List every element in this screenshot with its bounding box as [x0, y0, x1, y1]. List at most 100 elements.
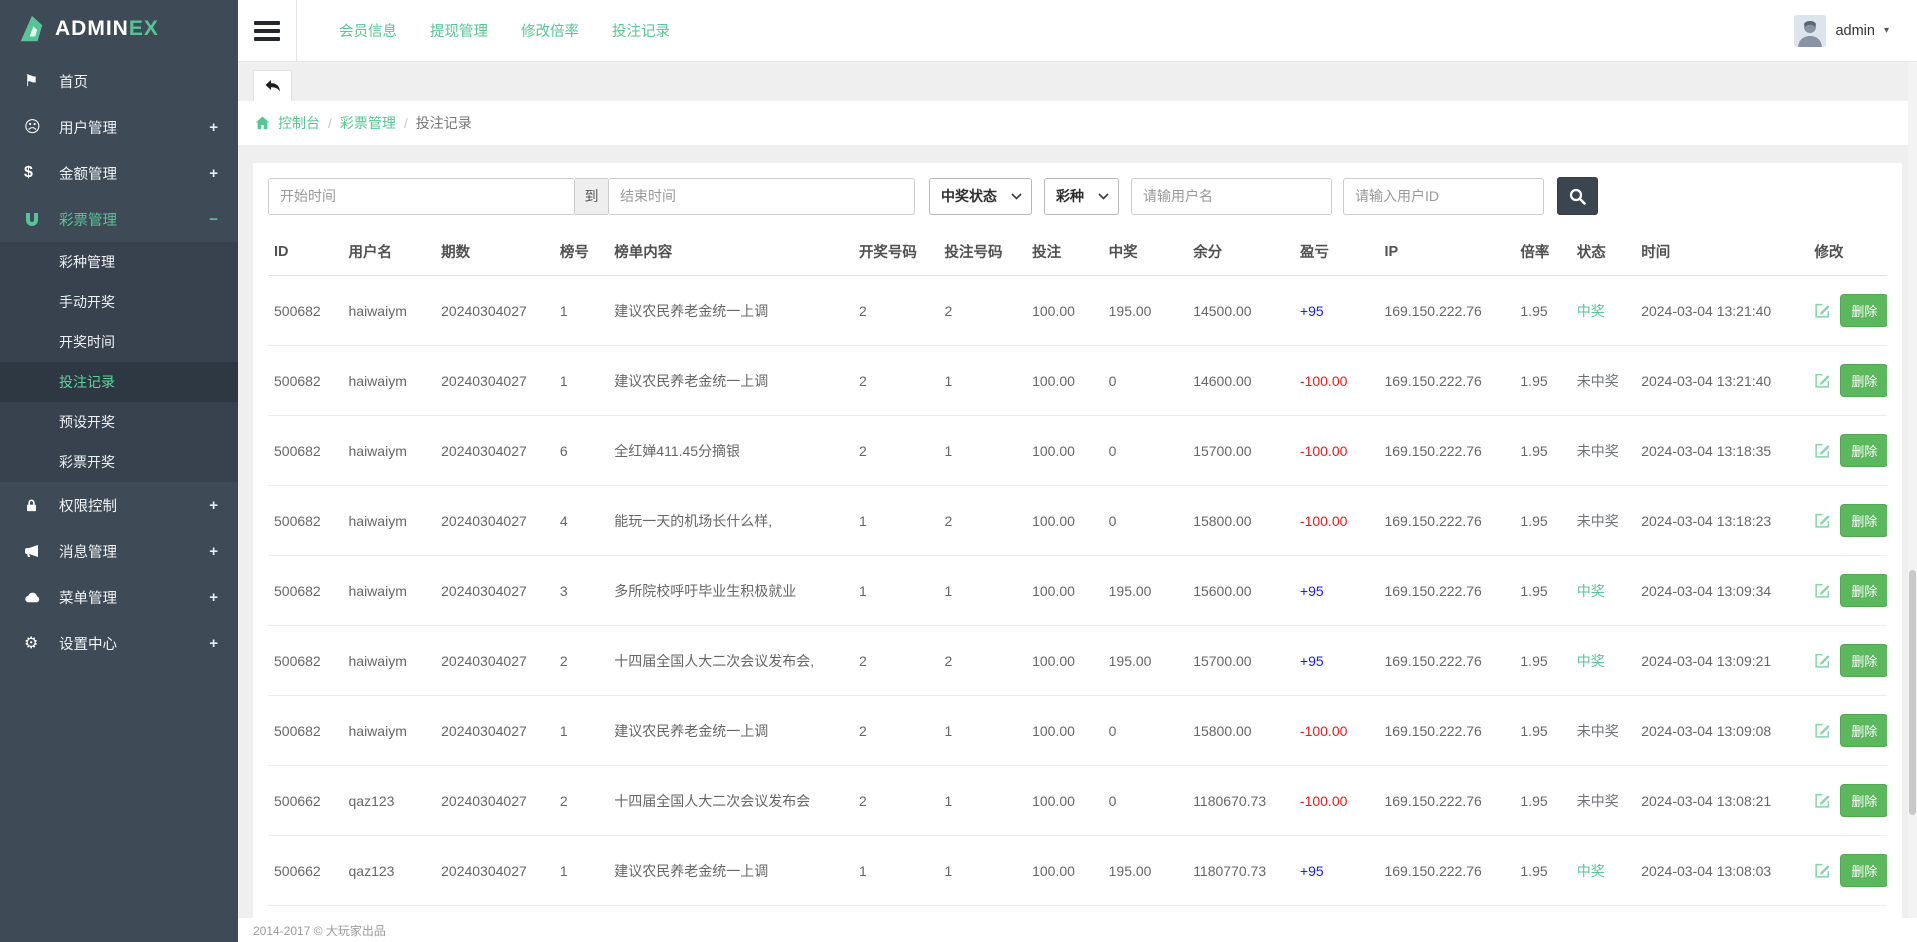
- cell-time: 2024-03-04 13:09:34: [1635, 556, 1808, 626]
- edit-icon[interactable]: [1814, 372, 1831, 389]
- sidebar-subitem-draw-time[interactable]: 开奖时间: [0, 322, 238, 362]
- sidebar-item-permissions[interactable]: 权限控制 +: [0, 482, 238, 528]
- delete-button[interactable]: 删除: [1840, 784, 1887, 817]
- cell-win: 195.00: [1103, 626, 1188, 696]
- cell-rate: 1.95: [1514, 766, 1570, 836]
- delete-button[interactable]: 删除: [1840, 434, 1887, 467]
- cell-bang: 4: [554, 486, 608, 556]
- cell-bang: 1: [554, 276, 608, 346]
- back-arrow-icon: [264, 79, 282, 94]
- cell-time: 2024-03-04 13:18:35: [1635, 416, 1808, 486]
- delete-button[interactable]: 删除: [1840, 714, 1887, 747]
- sidebar-item-label: 权限控制: [59, 495, 117, 516]
- scrollbar[interactable]: [1908, 62, 1917, 918]
- topnav-link-rate[interactable]: 修改倍率: [521, 20, 579, 41]
- topnav-link-bet-records[interactable]: 投注记录: [612, 20, 670, 41]
- cell-id: 500682: [268, 556, 343, 626]
- edit-icon[interactable]: [1814, 792, 1831, 809]
- cell-pl: +95: [1294, 276, 1379, 346]
- cell-status: 未中奖: [1571, 486, 1635, 556]
- sidebar-item-home[interactable]: ⚑ 首页: [0, 58, 238, 104]
- topnav-link-member-info[interactable]: 会员信息: [339, 20, 397, 41]
- table-row: 500682haiwaiym202403040274能玩一天的机场长什么样,12…: [268, 486, 1887, 556]
- sidebar-item-menus[interactable]: 菜单管理 +: [0, 574, 238, 620]
- cell-bet: 100.00: [1026, 696, 1103, 766]
- edit-icon[interactable]: [1814, 442, 1831, 459]
- sidebar-subitem-manual-draw[interactable]: 手动开奖: [0, 282, 238, 322]
- column-header: 投注: [1026, 228, 1103, 276]
- sidebar-subitem-lottery-types[interactable]: 彩种管理: [0, 242, 238, 282]
- plus-icon: +: [209, 543, 218, 560]
- sidebar-item-label: 首页: [59, 71, 88, 92]
- cell-rate: 1.95: [1514, 346, 1570, 416]
- avatar[interactable]: [1794, 15, 1826, 47]
- cell-actions: 删除: [1808, 906, 1887, 919]
- user-menu[interactable]: admin ▾: [1794, 15, 1889, 47]
- sidebar-item-lottery[interactable]: 彩票管理 −: [0, 196, 238, 242]
- cell-bet_no: 2: [939, 486, 1027, 556]
- cell-user: haiwaiym: [343, 346, 436, 416]
- sidebar-item-messages[interactable]: 消息管理 +: [0, 528, 238, 574]
- cell-status: 未中奖: [1571, 766, 1635, 836]
- breadcrumb-link-console[interactable]: 控制台: [278, 113, 320, 133]
- lottery-type-select[interactable]: 彩种: [1044, 178, 1119, 215]
- delete-button[interactable]: 删除: [1840, 574, 1887, 607]
- cell-id: 500682: [268, 906, 343, 919]
- scrollbar-thumb[interactable]: [1909, 570, 1916, 815]
- column-header: 榜号: [554, 228, 608, 276]
- plus-icon: +: [209, 497, 218, 514]
- delete-button[interactable]: 删除: [1840, 504, 1887, 537]
- userid-input[interactable]: [1343, 178, 1544, 215]
- cell-bang: 3: [554, 556, 608, 626]
- cell-time: 2024-03-04 13:08:21: [1635, 766, 1808, 836]
- search-button[interactable]: [1557, 177, 1598, 215]
- back-button[interactable]: [253, 70, 292, 101]
- cell-win: 195.00: [1103, 836, 1188, 906]
- sidebar-item-amount[interactable]: $ 金额管理 +: [0, 150, 238, 196]
- edit-icon[interactable]: [1814, 862, 1831, 879]
- cell-ip: 169.150.222.76: [1378, 696, 1514, 766]
- cell-period: 20240304027: [435, 836, 554, 906]
- cell-actions: 删除: [1808, 276, 1887, 346]
- sidebar-subitem-preset-draw[interactable]: 预设开奖: [0, 402, 238, 442]
- cell-user: qaz123: [343, 766, 436, 836]
- sidebar-subitem-bet-records[interactable]: 投注记录: [0, 362, 238, 402]
- cell-win: 0: [1103, 346, 1188, 416]
- cell-pl: -100.00: [1294, 696, 1379, 766]
- breadcrumb-link-lottery[interactable]: 彩票管理: [340, 113, 396, 133]
- delete-button[interactable]: 删除: [1840, 364, 1887, 397]
- cell-status: 未中奖: [1571, 346, 1635, 416]
- edit-icon[interactable]: [1814, 722, 1831, 739]
- lock-icon: [24, 498, 50, 513]
- cell-content: 建议农民养老金统一上调: [608, 696, 853, 766]
- cell-bet: 100.00: [1026, 486, 1103, 556]
- records-card: 到 中奖状态 彩种: [253, 163, 1902, 918]
- cell-user: qaz123: [343, 836, 436, 906]
- chevron-down-icon: [1098, 193, 1109, 200]
- start-time-input[interactable]: [268, 178, 575, 215]
- menu-toggle-button[interactable]: [254, 21, 280, 41]
- edit-icon[interactable]: [1814, 582, 1831, 599]
- delete-button[interactable]: 删除: [1840, 854, 1887, 887]
- date-range-group: 到: [268, 178, 915, 215]
- cell-draw_no: 2: [853, 416, 939, 486]
- sidebar-subitem-lottery-draw[interactable]: 彩票开奖: [0, 442, 238, 482]
- end-time-input[interactable]: [608, 178, 915, 215]
- username-input[interactable]: [1131, 178, 1332, 215]
- delete-button[interactable]: 删除: [1840, 294, 1887, 327]
- cell-status: 未中奖: [1571, 906, 1635, 919]
- sidebar-item-users[interactable]: ☹ 用户管理 +: [0, 104, 238, 150]
- column-header: 投注号码: [939, 228, 1027, 276]
- cell-content: 能玩一天的机场长什么样,: [608, 486, 853, 556]
- win-status-select[interactable]: 中奖状态: [929, 178, 1032, 215]
- table-row: 500682haiwaiym202403040271建议农民养老金统一上调211…: [268, 346, 1887, 416]
- cell-content: 十四届全国人大二次会议发布会: [608, 766, 853, 836]
- sidebar-item-settings[interactable]: ⚙ 设置中心 +: [0, 620, 238, 666]
- cell-content: 全红婵411.45分摘银: [608, 416, 853, 486]
- edit-icon[interactable]: [1814, 512, 1831, 529]
- topnav-link-withdraw[interactable]: 提现管理: [430, 20, 488, 41]
- edit-icon[interactable]: [1814, 652, 1831, 669]
- edit-icon[interactable]: [1814, 302, 1831, 319]
- cell-id: 500682: [268, 626, 343, 696]
- delete-button[interactable]: 删除: [1840, 644, 1887, 677]
